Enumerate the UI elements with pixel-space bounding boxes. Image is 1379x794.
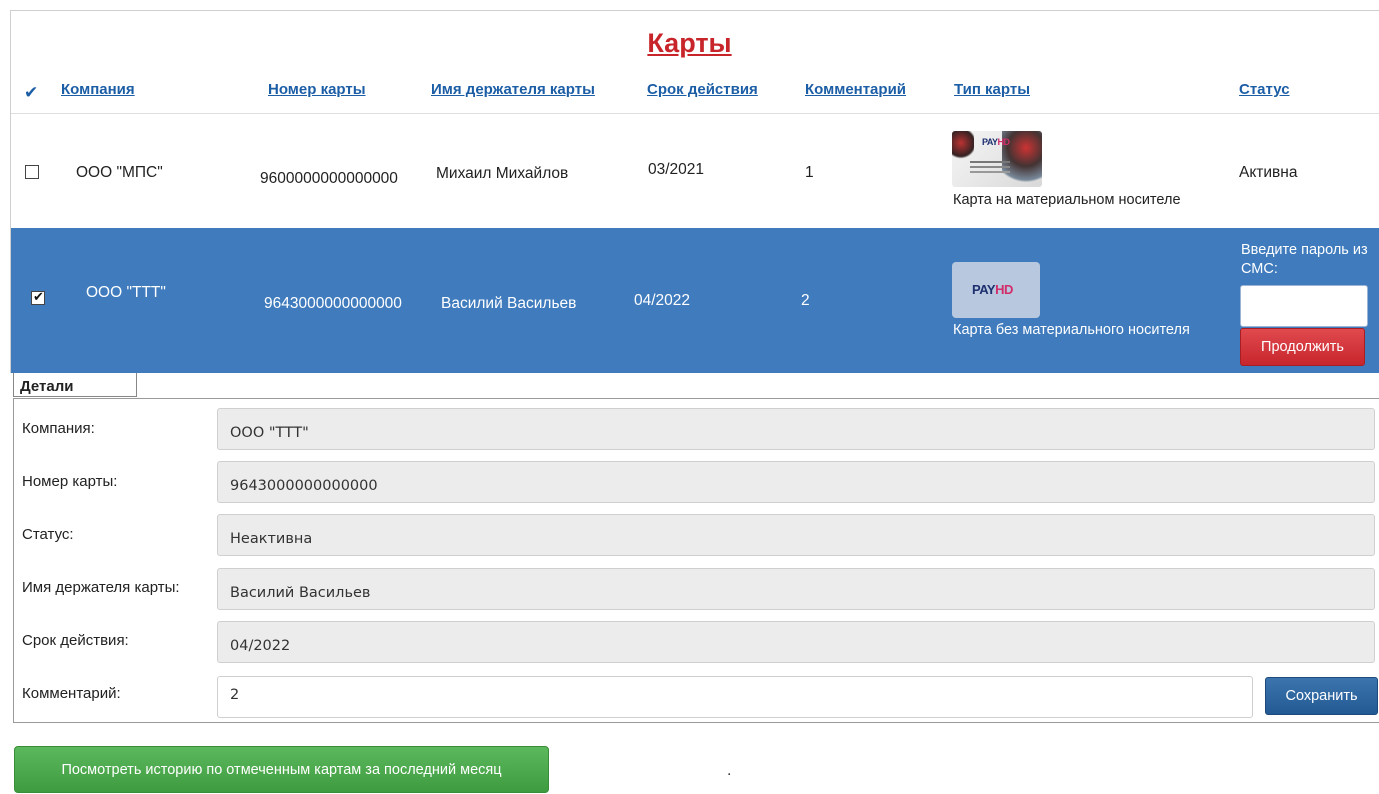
column-header-status[interactable]: Статус (1239, 81, 1290, 98)
continue-button[interactable]: Продолжить (1240, 328, 1365, 366)
cell-card-number: 9643000000000000 (264, 295, 402, 312)
column-header-company[interactable]: Компания (61, 81, 135, 98)
details-field-card-number: 9643000000000000 (217, 461, 1375, 503)
details-field-company: ООО "ТТТ" (217, 408, 1375, 450)
stray-dot: . (727, 762, 732, 779)
payhd-physical-card-icon: PAYHD (952, 131, 1042, 187)
details-label-comment: Комментарий: (22, 685, 121, 702)
row-checkbox[interactable] (25, 165, 39, 179)
column-header-expiry[interactable]: Срок действия (647, 81, 758, 98)
table-row-selected[interactable]: ООО "ТТТ" 9643000000000000 Василий Васил… (11, 228, 1379, 373)
column-header-comment[interactable]: Комментарий (805, 81, 906, 98)
save-button[interactable]: Сохранить (1265, 677, 1378, 715)
details-label-company: Компания: (22, 420, 95, 437)
table-row[interactable]: ООО "МПС" 9600000000000000 Михаил Михайл… (11, 113, 1379, 228)
comment-input[interactable]: 2 (217, 676, 1253, 718)
cell-card-number: 9600000000000000 (260, 170, 398, 187)
cell-status: Активна (1239, 164, 1298, 181)
column-header-card-type[interactable]: Тип карты (954, 81, 1030, 98)
cell-holder: Михаил Михайлов (436, 165, 569, 182)
tab-details[interactable]: Детали (13, 373, 137, 397)
select-all-checkmark-icon[interactable]: ✔ (24, 83, 38, 103)
details-field-status: Неактивна (217, 514, 1375, 556)
details-label-card-number: Номер карты: (22, 473, 118, 490)
view-history-button[interactable]: Посмотреть историю по отмеченным картам … (14, 746, 549, 793)
details-field-expiry: 04/2022 (217, 621, 1375, 663)
cell-company: ООО "ТТТ" (86, 284, 166, 301)
details-field-holder: Василий Васильев (217, 568, 1375, 610)
cell-holder: Василий Васильев (441, 295, 577, 312)
cell-comment: 2 (801, 292, 810, 309)
details-label-status: Статус: (22, 526, 74, 543)
sms-password-label: Введите пароль из СМС: (1241, 242, 1368, 277)
cell-card-type: Карта на материальном носителе (953, 192, 1181, 208)
cell-card-type: Карта без материального носителя (953, 322, 1190, 338)
cell-expiry: 04/2022 (634, 292, 691, 309)
column-header-holder[interactable]: Имя держателя карты (431, 81, 595, 98)
details-label-expiry: Срок действия: (22, 632, 129, 649)
cell-expiry: 03/2021 (648, 161, 705, 178)
cell-comment: 1 (805, 164, 814, 181)
cell-company: ООО "МПС" (76, 164, 163, 181)
sms-password-input[interactable] (1240, 285, 1368, 327)
row-checkbox-checked[interactable] (31, 289, 45, 305)
column-header-card-number[interactable]: Номер карты (268, 81, 366, 98)
details-label-holder: Имя держателя карты: (22, 579, 180, 596)
payhd-virtual-card-icon: PAYHD (952, 262, 1040, 318)
page-title: Карты (647, 28, 732, 58)
